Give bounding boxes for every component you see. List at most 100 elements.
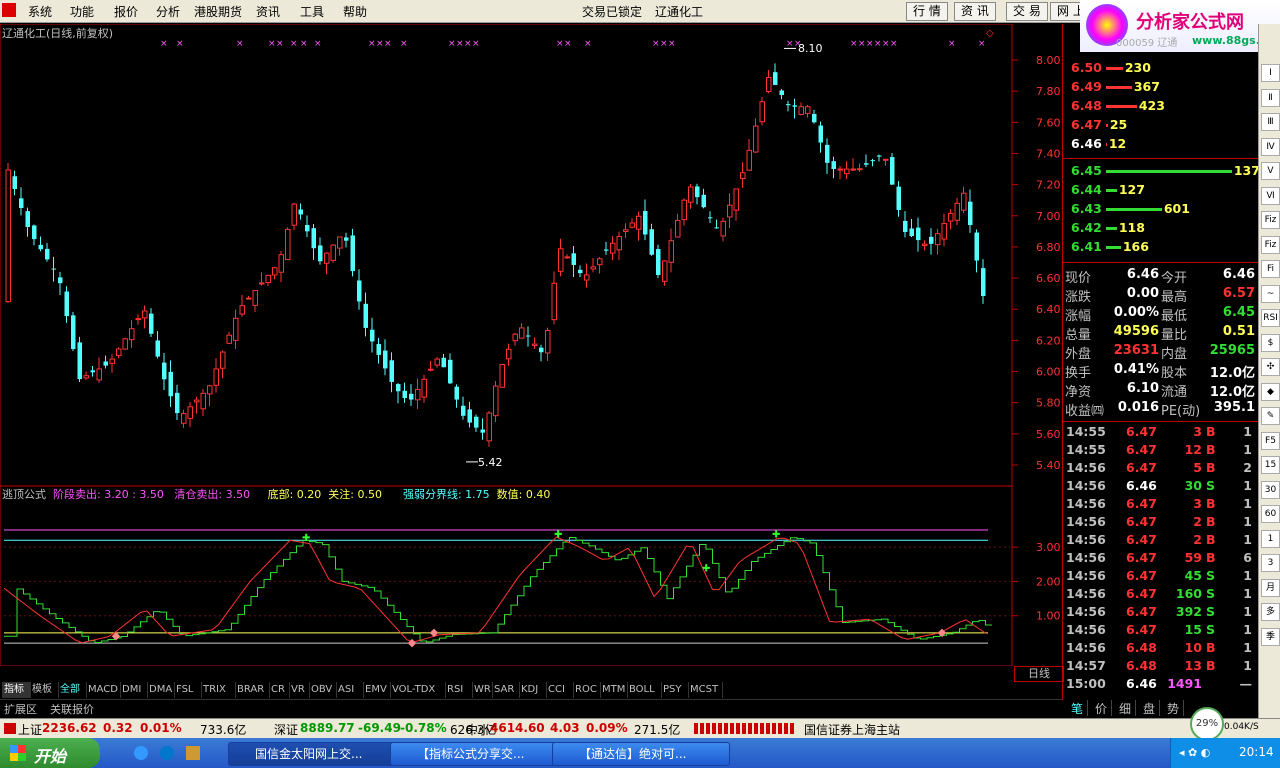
sell-order-row[interactable]: 6.47 25 [1071, 117, 1127, 132]
sidebar-tool-icon[interactable]: 季 [1261, 627, 1280, 646]
indicator-tab[interactable]: WR [472, 682, 493, 698]
stat-label: 流通 [1161, 385, 1188, 400]
indicator-name[interactable]: 逃顶公式 [2, 488, 46, 501]
sell-order-row[interactable]: 6.48 423 [1071, 98, 1165, 113]
sidebar-tool-icon[interactable]: $ [1261, 333, 1280, 352]
task-formula-share[interactable]: 【指标公式分享交... [390, 742, 568, 766]
indicator-tab[interactable]: BOLL [627, 682, 662, 698]
menu-item[interactable]: 资讯 [256, 3, 280, 20]
menu-item[interactable]: 帮助 [343, 3, 367, 20]
quote-panel-tab[interactable]: 势 [1163, 700, 1184, 716]
candlestick-chart[interactable]: 8.00 7.80 7.60 7.40 7.20 7.00 6.80 6.60 6.40 6.20… [0, 24, 1062, 486]
desktop-quicklaunch-icon[interactable] [186, 746, 200, 760]
indicator-tab[interactable]: RSI [445, 682, 473, 698]
zx-index-name[interactable]: 中小 [466, 721, 490, 738]
indicator-tab[interactable]: EMV [363, 682, 391, 698]
indicator-tab[interactable]: PSY [661, 682, 689, 698]
indicator-tab[interactable]: OBV [309, 682, 337, 698]
indicator-tab[interactable]: ROC [573, 682, 601, 698]
tray-icons[interactable]: ◂ ✿ ◐ [1179, 746, 1210, 759]
sidebar-tool-icon[interactable]: RSI [1261, 309, 1280, 327]
indicator-tab[interactable]: CCI [546, 682, 574, 698]
alert-icon[interactable] [4, 723, 16, 734]
quote-panel-tab[interactable]: 细 [1115, 700, 1136, 716]
menu-item[interactable]: 工具 [300, 3, 324, 20]
buy-order-row[interactable]: 6.45 1375 [1071, 163, 1269, 178]
indicator-tab[interactable]: KDJ [519, 682, 547, 698]
subtab-related-quotes[interactable]: 关联报价 [50, 701, 94, 717]
sidebar-tool-icon[interactable]: 1 [1261, 529, 1280, 548]
sidebar-tool-icon[interactable]: 3 [1261, 554, 1280, 572]
indicator-tab[interactable]: 模板 [30, 682, 59, 698]
indicator-tab[interactable]: DMI [120, 682, 148, 698]
candle-body [922, 243, 928, 246]
sidebar-tool-icon[interactable]: F5 [1261, 431, 1280, 450]
indicator-tab[interactable]: MCST [688, 682, 723, 698]
menu-item[interactable]: 系统 [28, 3, 52, 20]
sidebar-tool-icon[interactable]: ✎ [1261, 407, 1280, 425]
sidebar-tool-icon[interactable]: ◆ [1261, 382, 1280, 401]
quote-panel-tab[interactable]: 盘 [1139, 700, 1160, 716]
sidebar-tool-icon[interactable]: Ⅰ [1261, 64, 1280, 82]
indicator-tab[interactable]: CR [269, 682, 290, 698]
task-guoxin[interactable]: 国信金太阳网上交... [228, 742, 406, 766]
sidebar-tool-icon[interactable]: Ⅴ [1261, 162, 1280, 180]
sidebar-tool-icon[interactable]: 60 [1261, 505, 1280, 523]
indicator-tab[interactable]: FSL [174, 682, 202, 698]
sidebar-tool-icon[interactable]: Fiz [1261, 211, 1280, 229]
menu-item[interactable]: 港股期货 [194, 3, 242, 20]
indicator-tab[interactable]: 全部 [58, 682, 87, 698]
sidebar-tool-icon[interactable]: ✣ [1261, 358, 1280, 376]
sidebar-tool-icon[interactable]: ~ [1261, 284, 1280, 303]
candle-body [526, 335, 531, 337]
indicator-tab[interactable]: ASI [336, 682, 364, 698]
indicator-tab[interactable]: BRAR [235, 682, 270, 698]
menu-item[interactable]: 功能 [70, 3, 94, 20]
menu-item[interactable]: 报价 [114, 3, 138, 20]
sidebar-tool-icon[interactable]: Fi [1261, 260, 1280, 278]
indicator-tab[interactable]: DMA [147, 682, 175, 698]
ie-quicklaunch-icon[interactable] [160, 746, 174, 760]
signal-mark: × [464, 39, 472, 49]
sh-index-name[interactable]: 上证 [18, 721, 42, 738]
buy-order-row[interactable]: 6.43 601 [1071, 201, 1190, 216]
indicator-tab[interactable]: 指标 [2, 682, 31, 698]
quote-panel-tab[interactable]: 价 [1091, 700, 1112, 716]
top-nav-button[interactable]: 资 讯 [954, 2, 996, 21]
start-button[interactable]: 开始 [0, 738, 100, 768]
tdx-logo-icon[interactable] [2, 3, 16, 17]
sidebar-tool-icon[interactable]: 30 [1261, 480, 1280, 499]
sidebar-tool-icon[interactable]: 15 [1261, 456, 1280, 474]
indicator-tab[interactable]: VOL-TDX [390, 682, 446, 698]
sidebar-tool-icon[interactable]: Ⅳ [1261, 137, 1280, 156]
task-tdx[interactable]: 【通达信】绝对可... [552, 742, 730, 766]
indicator-tab[interactable]: SAR [492, 682, 520, 698]
buy-order-row[interactable]: 6.42 118 [1071, 220, 1145, 235]
indicator-tab[interactable]: VR [289, 682, 310, 698]
indicator-tab[interactable]: MTM [600, 682, 628, 698]
sidebar-tool-icon[interactable]: Ⅲ [1261, 113, 1280, 131]
sell-order-row[interactable]: 6.49 367 [1071, 79, 1160, 94]
sidebar-tool-icon[interactable]: Ⅱ [1261, 88, 1280, 107]
sz-index-name[interactable]: 深证 [274, 721, 298, 738]
indicator-chart[interactable]: 3.002.001.00✚✚✚✚2012年9101112123 [0, 486, 1062, 666]
browser-quicklaunch-icon[interactable] [134, 746, 148, 760]
top-nav-button[interactable]: 行 情 [906, 2, 948, 21]
sidebar-tool-icon[interactable]: 月 [1261, 578, 1280, 597]
sidebar-tool-icon[interactable]: Ⅵ [1261, 186, 1280, 205]
top-nav-button[interactable]: 交 易 [1006, 2, 1048, 21]
period-label[interactable]: 日线 [1014, 666, 1064, 682]
sidebar-tool-icon[interactable]: Fiz [1261, 235, 1280, 254]
diamond-icon[interactable]: ◇ [986, 28, 994, 39]
quote-panel-tab[interactable]: 笔 [1067, 700, 1088, 716]
indicator-tab[interactable]: MACD [86, 682, 121, 698]
sidebar-tool-icon[interactable]: 多 [1261, 603, 1280, 621]
buy-order-row[interactable]: 6.41 166 [1071, 239, 1149, 254]
indicator-tab[interactable]: TRIX [201, 682, 236, 698]
server-name[interactable]: 国信证券上海主站 [804, 721, 900, 738]
sell-order-row[interactable]: 6.50 230 [1071, 60, 1151, 75]
menu-item[interactable]: 分析 [156, 3, 180, 20]
sell-order-row[interactable]: 6.46 12 [1071, 136, 1126, 151]
subtab-extension[interactable]: 扩展区 [4, 701, 37, 717]
buy-order-row[interactable]: 6.44 127 [1071, 182, 1145, 197]
